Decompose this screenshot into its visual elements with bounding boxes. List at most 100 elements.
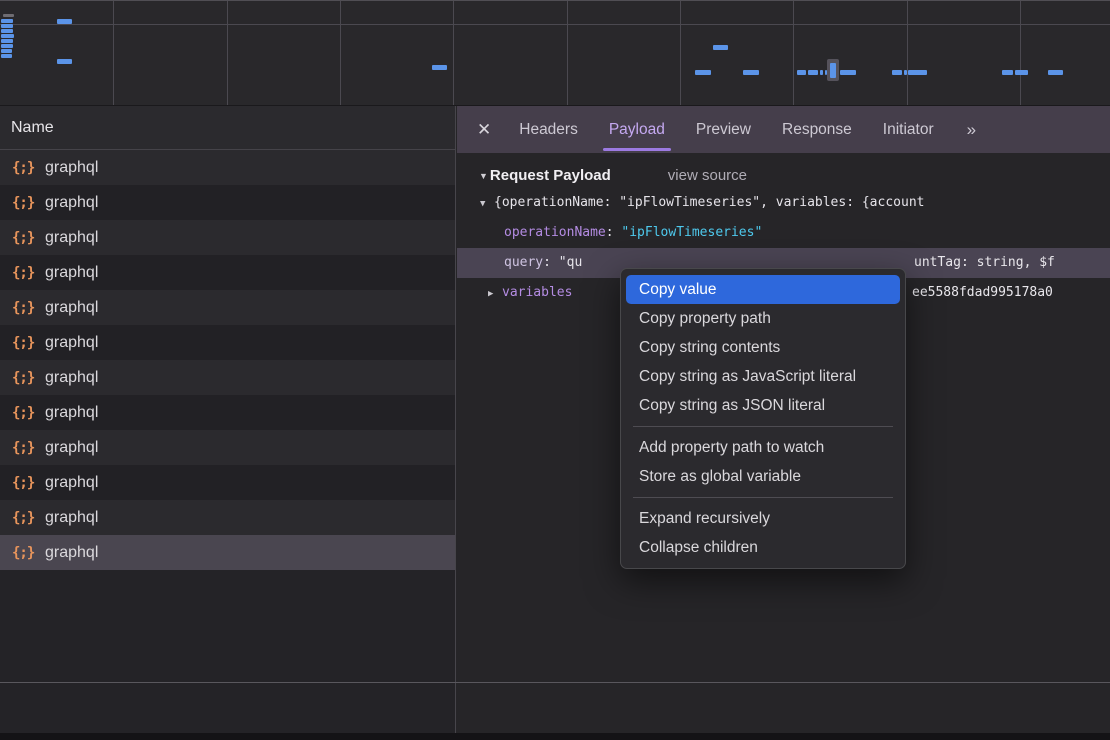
json-braces-icon: {;}	[12, 475, 36, 491]
request-row[interactable]: {;}graphql	[0, 325, 455, 360]
json-braces-icon: {;}	[12, 160, 36, 176]
request-row[interactable]: {;}graphql	[0, 255, 455, 290]
network-overview-waterfall[interactable]	[0, 0, 1110, 106]
menu-item-expand-recursively[interactable]: Expand recursively	[626, 504, 900, 533]
selected-request-bar	[830, 63, 836, 78]
waterfall-gridline	[113, 1, 114, 105]
payload-row-operationname[interactable]: operationName: "ipFlowTimeseries"	[457, 218, 1110, 248]
window-bottom-edge	[0, 733, 1110, 740]
property-key: query	[504, 255, 543, 270]
request-row[interactable]: {;}graphql	[0, 185, 455, 220]
key-separator: :	[543, 255, 559, 270]
context-menu: Copy valueCopy property pathCopy string …	[620, 268, 906, 569]
request-timing-bar	[1, 44, 13, 48]
expand-triangle-icon[interactable]: ▼	[480, 189, 494, 218]
property-value-end: untTag: string, $f	[914, 248, 1055, 278]
request-timing-bar	[3, 14, 14, 17]
request-timing-bar	[1, 54, 12, 58]
request-timing-bar	[713, 45, 728, 50]
payload-root-row[interactable]: ▼{operationName: "ipFlowTimeseries", var…	[457, 188, 1110, 218]
request-row[interactable]: {;} graphql	[0, 465, 455, 500]
column-header-name[interactable]: Name	[0, 106, 455, 150]
request-timing-bar	[1015, 70, 1028, 75]
request-name-label: graphql	[45, 404, 98, 422]
request-name-label: graphql	[45, 194, 98, 212]
request-row[interactable]: {;} graphql	[0, 220, 455, 255]
waterfall-gridline	[227, 1, 228, 105]
menu-separator	[633, 426, 893, 427]
menu-item-add-property-path-to-watch[interactable]: Add property path to watch	[626, 433, 900, 462]
expand-triangle-icon[interactable]: ▶	[488, 279, 502, 308]
json-braces-icon: {;}	[12, 370, 36, 386]
request-name-label: graphql	[45, 159, 98, 177]
request-row[interactable]: {;}graphql	[0, 430, 455, 465]
view-source-link[interactable]: view source	[668, 167, 747, 184]
menu-item-store-as-global-variable[interactable]: Store as global variable	[626, 462, 900, 491]
request-timing-bar	[892, 70, 902, 75]
request-name-label: graphql	[45, 474, 98, 492]
request-row[interactable]: {;} graphql	[0, 150, 455, 185]
json-braces-icon: {;}	[12, 545, 36, 561]
close-icon[interactable]: ✕	[477, 120, 491, 140]
tab-response[interactable]: Response	[782, 106, 852, 153]
details-tab-bar: ✕ Headers Payload Preview Response Initiator…	[457, 106, 1110, 153]
root-preview-text: {operationName: "ipFlowTimeseries", vari…	[494, 195, 924, 210]
request-name-label: graphql	[45, 229, 98, 247]
request-rows: {;} graphql {;} graphql {;} graphql {;} graphql…	[0, 150, 455, 570]
property-value-start: "qu	[559, 255, 582, 270]
tabs-container: Headers Payload Preview Response Initiator	[519, 106, 964, 153]
request-row[interactable]: {;} graphql	[0, 395, 455, 430]
request-name-label: graphql	[45, 509, 98, 527]
request-row[interactable]: {;}graphql	[0, 290, 455, 325]
property-key: variables	[502, 285, 572, 300]
json-braces-icon: {;}	[12, 405, 36, 421]
request-timing-bar	[432, 65, 447, 70]
tab-headers[interactable]: Headers	[519, 106, 578, 153]
waterfall-gridline	[907, 1, 908, 105]
request-timing-bar	[904, 70, 907, 75]
request-timing-bar	[743, 70, 759, 75]
menu-item-collapse-children[interactable]: Collapse children	[626, 533, 900, 562]
collapse-triangle-icon[interactable]: ▼	[479, 171, 488, 181]
request-timing-bar	[57, 19, 72, 24]
tab-initiator[interactable]: Initiator	[883, 106, 934, 153]
more-tabs-icon[interactable]: »	[967, 120, 974, 140]
key-separator: :	[606, 225, 622, 240]
request-timing-bar	[1, 24, 13, 28]
request-timing-bar	[1, 29, 13, 33]
request-payload-section-header[interactable]: ▼ Request Payload view source	[457, 167, 1110, 184]
request-timing-bar	[1, 19, 13, 23]
json-braces-icon: {;}	[12, 230, 36, 246]
menu-separator	[633, 497, 893, 498]
waterfall-gridline	[0, 24, 1110, 25]
tab-preview[interactable]: Preview	[696, 106, 751, 153]
request-timing-bar	[797, 70, 806, 75]
request-timing-bar	[808, 70, 818, 75]
waterfall-gridline	[340, 1, 341, 105]
menu-item-copy-string-contents[interactable]: Copy string contents	[626, 333, 900, 362]
json-braces-icon: {;}	[12, 510, 36, 526]
property-value: "ipFlowTimeseries"	[621, 225, 762, 240]
menu-item-copy-string-as-json-literal[interactable]: Copy string as JSON literal	[626, 391, 900, 420]
menu-item-copy-value[interactable]: Copy value	[626, 275, 900, 304]
request-timing-bar	[695, 70, 711, 75]
menu-item-copy-string-as-javascript-literal[interactable]: Copy string as JavaScript literal	[626, 362, 900, 391]
column-header-label: Name	[11, 119, 54, 136]
request-name-label: graphql	[45, 334, 98, 352]
menu-item-copy-property-path[interactable]: Copy property path	[626, 304, 900, 333]
request-row[interactable]: {;}graphql	[0, 535, 455, 570]
waterfall-gridline	[793, 1, 794, 105]
waterfall-gridline	[680, 1, 681, 105]
request-name-label: graphql	[45, 439, 98, 457]
request-row[interactable]: {;} graphql	[0, 500, 455, 535]
waterfall-gridline	[1020, 1, 1021, 105]
request-timing-bar	[1, 34, 14, 38]
request-row[interactable]: {;} graphql	[0, 360, 455, 395]
request-timing-bar	[908, 70, 927, 75]
waterfall-gridline	[453, 1, 454, 105]
tab-payload[interactable]: Payload	[609, 106, 665, 153]
selected-request-marker	[827, 59, 839, 81]
request-timing-bar	[820, 70, 823, 75]
section-title: Request Payload	[490, 167, 611, 184]
request-name-label: graphql	[45, 369, 98, 387]
